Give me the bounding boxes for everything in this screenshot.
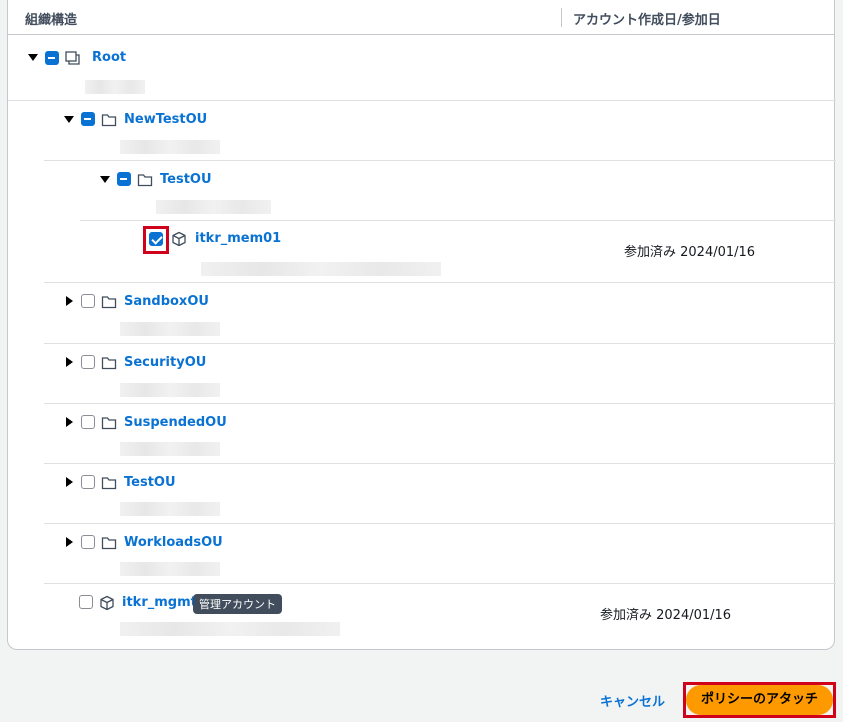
- redacted-id: [201, 262, 441, 276]
- row-divider: [44, 282, 836, 283]
- account-cube-icon: [99, 595, 115, 611]
- redacted-id: [120, 383, 220, 397]
- checkbox-suspendedou[interactable]: [81, 415, 95, 429]
- checkbox-testou[interactable]: [81, 475, 95, 489]
- attach-policy-button[interactable]: ポリシーのアタッチ: [686, 685, 833, 715]
- account-cube-icon: [171, 231, 187, 247]
- org-structure-panel: 組織構造 アカウント作成日/参加日 Root NewTestOU TestOU …: [7, 0, 836, 650]
- row-divider: [44, 343, 836, 344]
- redacted-id: [120, 562, 220, 576]
- redacted-id: [120, 140, 220, 154]
- checkbox-sandboxou[interactable]: [81, 294, 95, 308]
- checkbox-itkr-mgmt[interactable]: [79, 595, 93, 609]
- node-label-securityou[interactable]: SecurityOU: [124, 355, 206, 370]
- node-label-newtestou[interactable]: NewTestOU: [124, 112, 207, 127]
- expand-caret-workloadsou[interactable]: [66, 537, 73, 547]
- expand-caret-securityou[interactable]: [66, 357, 73, 367]
- expand-caret-testou[interactable]: [66, 477, 73, 487]
- redacted-id: [85, 80, 145, 94]
- org-root-icon: [65, 50, 81, 66]
- checkbox-testou-child[interactable]: [117, 172, 131, 186]
- row-divider: [80, 220, 836, 221]
- node-label-sandboxou[interactable]: SandboxOU: [124, 294, 209, 309]
- expand-caret-suspendedou[interactable]: [66, 417, 73, 427]
- node-label-itkr-mem01[interactable]: itkr_mem01: [195, 231, 281, 246]
- node-label-testou-child[interactable]: TestOU: [160, 172, 212, 187]
- joined-date: 参加済み 2024/01/16: [600, 608, 732, 623]
- row-divider: [44, 523, 836, 524]
- cancel-button[interactable]: キャンセル: [600, 691, 665, 710]
- checkbox-workloadsou[interactable]: [81, 535, 95, 549]
- folder-icon: [101, 535, 117, 551]
- column-header-structure: 組織構造: [25, 13, 78, 28]
- redacted-id: [120, 442, 220, 456]
- expand-caret-testou-child[interactable]: [100, 176, 110, 183]
- expand-caret-newtestou[interactable]: [64, 116, 74, 123]
- expand-caret-sandboxou[interactable]: [66, 296, 73, 306]
- node-label-root[interactable]: Root: [92, 50, 126, 65]
- expand-caret-root[interactable]: [28, 54, 38, 61]
- table-header: 組織構造 アカウント作成日/参加日: [8, 0, 834, 35]
- row-divider: [44, 403, 836, 404]
- management-account-badge: 管理アカウント: [193, 594, 282, 614]
- checkbox-newtestou[interactable]: [81, 112, 95, 126]
- node-label-suspendedou[interactable]: SuspendedOU: [124, 415, 227, 430]
- attach-button-highlight: ポリシーのアタッチ: [683, 682, 836, 718]
- node-label-testou[interactable]: TestOU: [124, 475, 176, 490]
- folder-icon: [101, 294, 117, 310]
- checkbox-root[interactable]: [45, 51, 59, 65]
- folder-icon: [101, 415, 117, 431]
- checkbox-securityou[interactable]: [81, 355, 95, 369]
- folder-icon: [137, 172, 153, 188]
- folder-icon: [101, 112, 117, 128]
- folder-icon: [101, 355, 117, 371]
- row-divider: [44, 160, 836, 161]
- redacted-id: [120, 322, 220, 336]
- column-divider: [561, 8, 562, 27]
- checkbox-itkr-mem01[interactable]: [149, 232, 163, 246]
- row-divider: [8, 100, 836, 101]
- column-header-date: アカウント作成日/参加日: [573, 13, 721, 28]
- redacted-id: [120, 622, 340, 636]
- row-divider: [44, 463, 836, 464]
- joined-date: 参加済み 2024/01/16: [624, 245, 756, 260]
- node-label-workloadsou[interactable]: WorkloadsOU: [124, 535, 223, 550]
- redacted-id: [120, 502, 220, 516]
- folder-icon: [101, 475, 117, 491]
- row-divider: [44, 583, 836, 584]
- redacted-id: [156, 200, 271, 214]
- node-label-itkr-mgmt[interactable]: itkr_mgmt: [122, 595, 197, 610]
